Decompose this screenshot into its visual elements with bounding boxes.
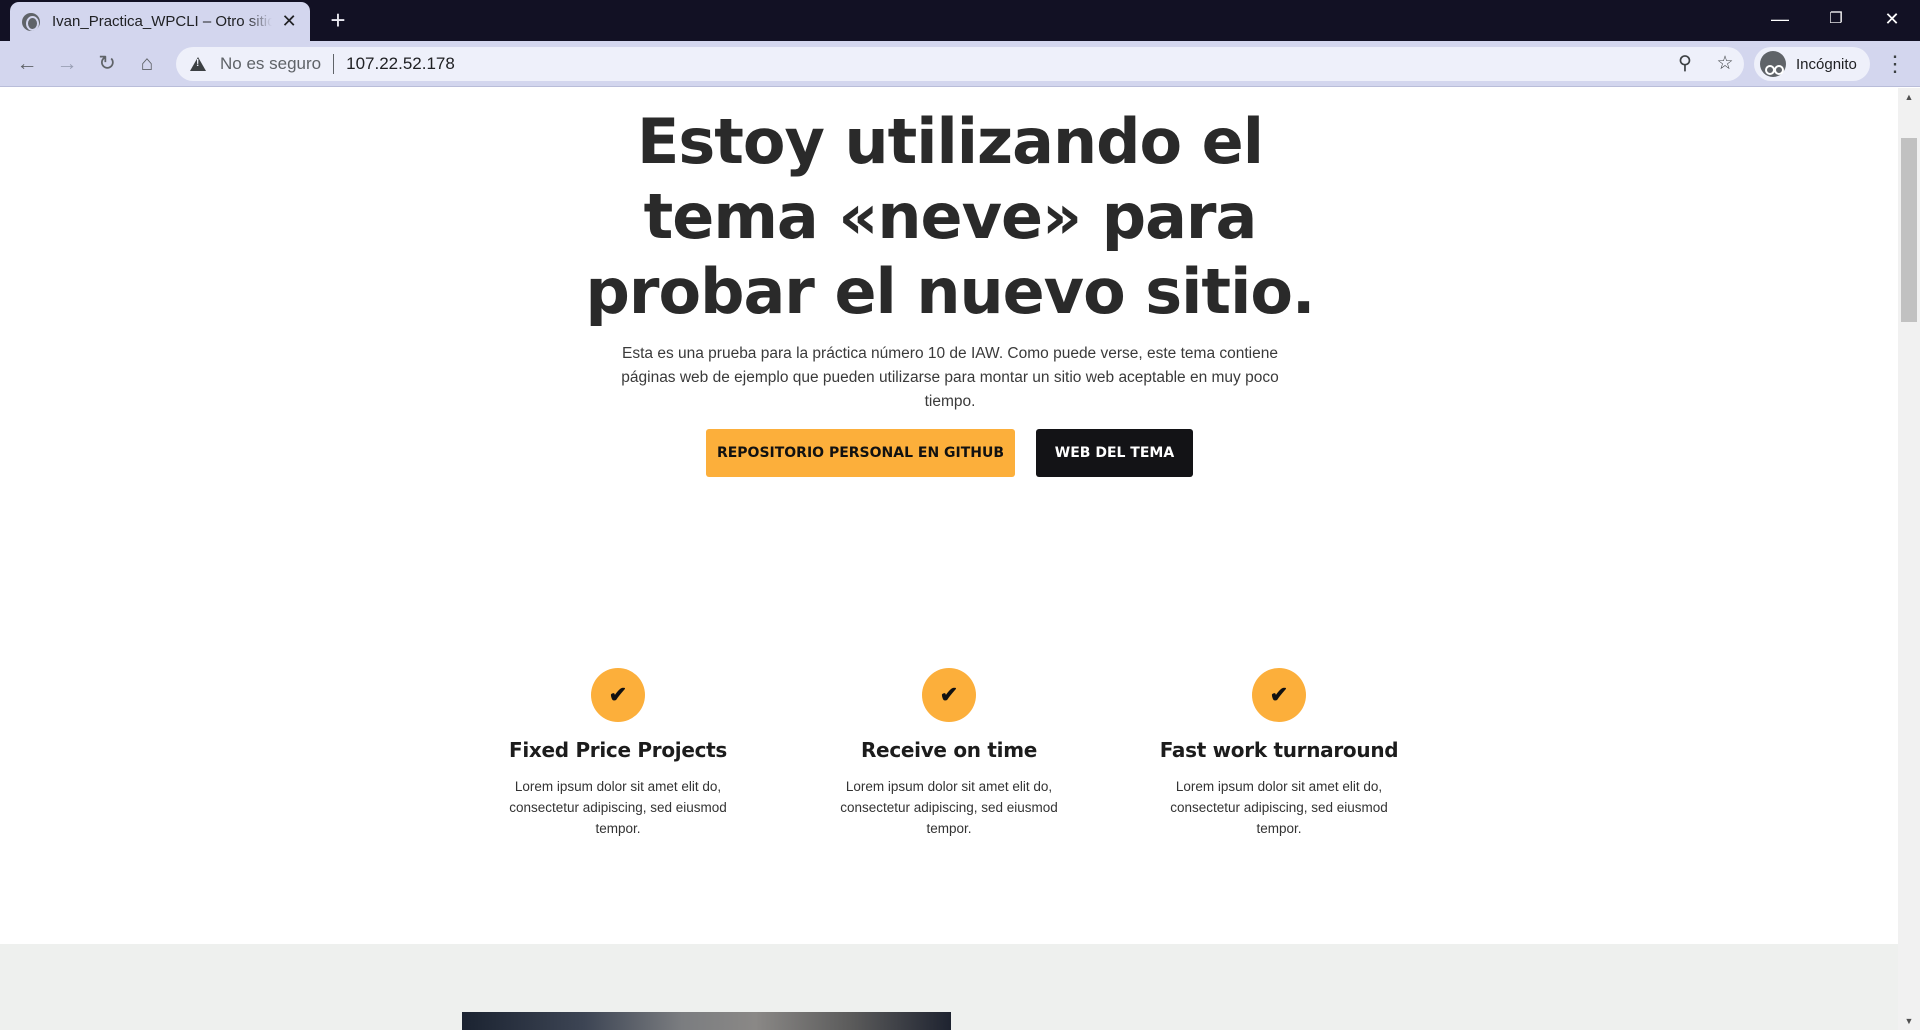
browser-toolbar: ← → ↻ ⌂ No es seguro 107.22.52.178 ⚲ ☆ I…: [0, 41, 1920, 87]
feature-card: ✔ Fast work turnaround Lorem ipsum dolor…: [1149, 668, 1409, 839]
incognito-label: Incógnito: [1796, 55, 1857, 73]
hero-subtitle: Esta es una prueba para la práctica núme…: [621, 345, 1279, 410]
check-icon: ✔: [922, 668, 976, 722]
feature-card: ✔ Fixed Price Projects Lorem ipsum dolor…: [488, 668, 748, 839]
tab-strip: Ivan_Practica_WPCLI – Otro sitio ✕ + — ❐…: [0, 0, 1920, 41]
security-label[interactable]: No es seguro: [220, 54, 321, 74]
scroll-down-icon[interactable]: ▼: [1898, 1012, 1920, 1030]
scroll-up-icon[interactable]: ▲: [1898, 88, 1920, 106]
reload-icon[interactable]: ↻: [92, 49, 122, 79]
zoom-icon[interactable]: ⚲: [1670, 49, 1700, 79]
feature-title: Fixed Price Projects: [508, 738, 728, 762]
back-icon[interactable]: ←: [12, 49, 42, 79]
github-repo-button[interactable]: REPOSITORIO PERSONAL EN GITHUB: [706, 429, 1015, 477]
feature-text: Lorem ipsum dolor sit amet elit do, cons…: [1170, 779, 1388, 836]
omnibox-divider: [333, 54, 335, 74]
incognito-badge[interactable]: Incógnito: [1754, 47, 1870, 81]
forward-icon[interactable]: →: [52, 49, 82, 79]
feature-text: Lorem ipsum dolor sit amet elit do, cons…: [509, 779, 727, 836]
theme-website-button[interactable]: WEB DEL TEMA: [1036, 429, 1193, 477]
section-photo: [462, 1012, 951, 1030]
restore-icon[interactable]: ❐: [1808, 0, 1864, 41]
page-viewport: Estoy utilizando el tema «neve» para pro…: [0, 88, 1898, 1030]
home-icon[interactable]: ⌂: [132, 49, 162, 79]
browser-tab[interactable]: Ivan_Practica_WPCLI – Otro sitio ✕: [10, 2, 310, 41]
star-icon[interactable]: ☆: [1710, 49, 1740, 79]
check-icon: ✔: [1252, 668, 1306, 722]
feature-card: ✔ Receive on time Lorem ipsum dolor sit …: [819, 668, 1079, 839]
minimize-icon[interactable]: —: [1752, 0, 1808, 41]
new-tab-button[interactable]: +: [324, 6, 352, 34]
close-icon[interactable]: ✕: [1864, 0, 1920, 41]
globe-icon: [22, 12, 40, 31]
feature-title: Fast work turnaround: [1159, 738, 1399, 762]
feature-title: Receive on time: [860, 738, 1038, 762]
incognito-icon: [1760, 51, 1786, 77]
tab-title: Ivan_Practica_WPCLI – Otro sitio: [52, 13, 273, 30]
menu-icon[interactable]: ⋮: [1880, 49, 1910, 79]
tab-close-icon[interactable]: ✕: [280, 11, 298, 32]
feature-text: Lorem ipsum dolor sit amet elit do, cons…: [840, 779, 1058, 836]
check-icon: ✔: [591, 668, 645, 722]
url-text[interactable]: 107.22.52.178: [346, 54, 455, 74]
warning-icon[interactable]: [190, 57, 206, 71]
scroll-thumb[interactable]: [1901, 138, 1917, 322]
hero-title: Estoy utilizando el tema «neve» para pro…: [585, 105, 1316, 328]
address-bar[interactable]: No es seguro 107.22.52.178 ⚲ ☆: [176, 47, 1744, 81]
page-scrollbar[interactable]: ▲ ▼: [1898, 88, 1920, 1030]
